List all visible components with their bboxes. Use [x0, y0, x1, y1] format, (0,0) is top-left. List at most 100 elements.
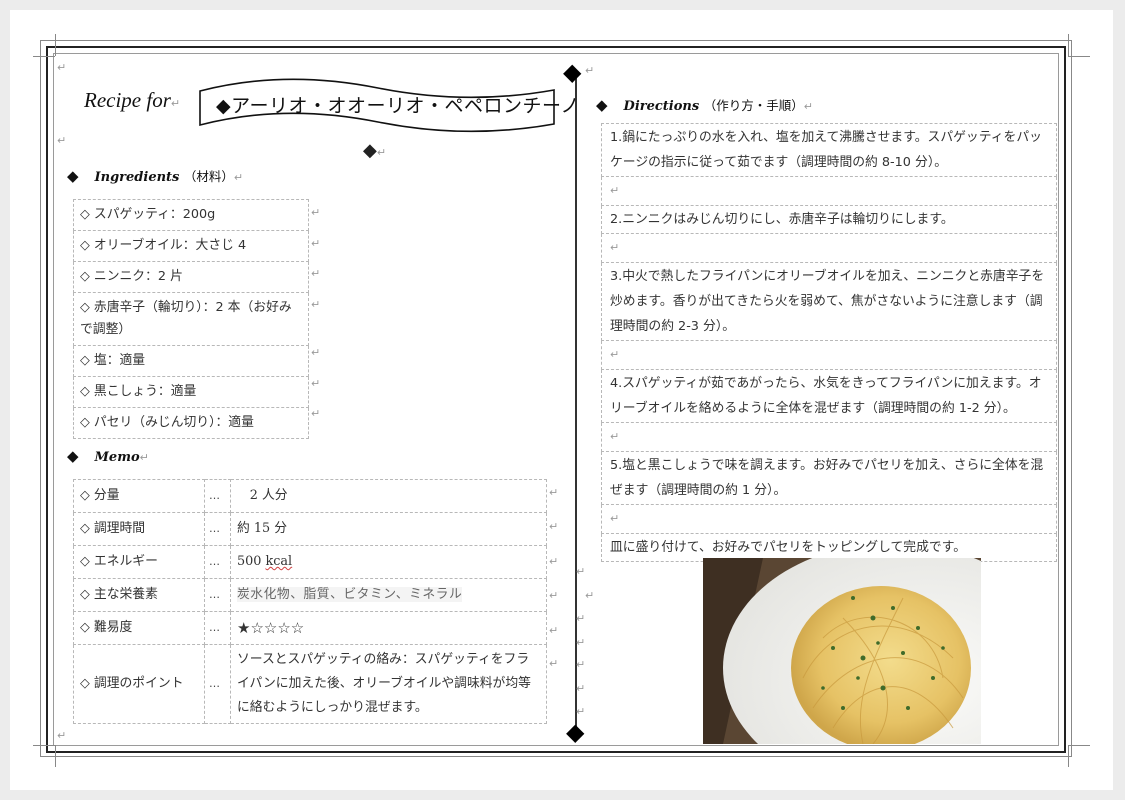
paragraph-mark: ↵ — [576, 682, 586, 695]
difficulty-stars[interactable]: ★☆☆☆☆ — [230, 611, 547, 645]
direction-row: ↵ — [601, 233, 1057, 263]
memo-value[interactable]: 2 人分 — [230, 479, 547, 513]
memo-dots: … — [204, 611, 231, 645]
diamond-icon: ◆ — [67, 447, 79, 465]
directions-heading: ◆ Directions （作り方・手順）↵ — [596, 95, 813, 114]
title-banner[interactable]: ◆アーリオ・オオーリオ・ペペロンチーノ — [198, 74, 579, 134]
memo-label[interactable]: ◇ 主な栄養素 — [73, 578, 205, 612]
direction-step[interactable]: 2.ニンニクはみじん切りにし、赤唐辛子は輪切りにします。 — [601, 205, 1057, 234]
direction-row: ↵ — [601, 340, 1057, 370]
row-end-mark: ↵ — [549, 624, 559, 637]
ingredient-item[interactable]: ◇ 塩：適量 — [73, 345, 309, 377]
ingredient-item[interactable]: ◇ パセリ（みじん切り）：適量 — [73, 407, 309, 439]
ingredient-row: ◇ スパゲッティ：200g — [73, 199, 309, 231]
ingredient-item[interactable]: ◇ ニンニク：2 片 — [73, 261, 309, 293]
paragraph-mark: ↵ — [576, 636, 586, 649]
row-end-mark: ↵ — [549, 657, 559, 670]
directions-heading-jp: （作り方・手順） — [703, 98, 804, 113]
direction-spacer[interactable]: ↵ — [601, 422, 1057, 452]
crop-mark — [1068, 56, 1090, 57]
paragraph-mark: ↵ — [576, 612, 586, 625]
memo-dots: … — [204, 479, 231, 513]
memo-value[interactable]: 約 15 分 — [230, 512, 547, 546]
crop-mark — [33, 745, 55, 746]
direction-spacer[interactable]: ↵ — [601, 504, 1057, 534]
crop-mark — [33, 56, 55, 57]
crop-mark — [1068, 34, 1069, 56]
ingredients-table: ◇ スパゲッティ：200g ◇ オリーブオイル：大さじ 4 ◇ ニンニク：2 片… — [73, 199, 309, 439]
ingredient-row: ◇ 塩：適量 — [73, 345, 309, 377]
paragraph-mark: ↵ — [57, 61, 67, 74]
paragraph-mark: ↵ — [610, 348, 620, 361]
memo-label[interactable]: ◇ 分量 — [73, 479, 205, 513]
paragraph-mark: ↵ — [610, 184, 620, 197]
pasta-photo[interactable] — [703, 558, 981, 744]
row-end-mark: ↵ — [311, 237, 321, 250]
crop-mark — [55, 34, 56, 56]
direction-spacer[interactable]: ↵ — [601, 176, 1057, 206]
directions-heading-text: Directions — [623, 99, 700, 114]
paragraph-mark: ↵ — [170, 97, 181, 110]
ingredient-item[interactable]: ◇ スパゲッティ：200g — [73, 199, 309, 231]
ingredients-heading-text: Ingredients — [94, 170, 180, 185]
paragraph-mark: ↵ — [585, 64, 595, 77]
memo-label[interactable]: ◇ エネルギー — [73, 545, 205, 579]
row-end-mark: ↵ — [549, 520, 559, 533]
paragraph-mark: ↵ — [610, 512, 620, 525]
memo-label[interactable]: ◇ 調理時間 — [73, 512, 205, 546]
memo-value[interactable]: 炭水化物、脂質、ビタミン、ミネラル — [230, 578, 547, 612]
direction-step[interactable]: 5.塩と黒こしょうで味を調えます。お好みでパセリを加え、さらに全体を混ぜます（調… — [601, 451, 1057, 505]
memo-label[interactable]: ◇ 調理のポイント — [73, 644, 205, 724]
memo-dots: … — [204, 512, 231, 546]
row-end-mark: ↵ — [549, 555, 559, 568]
row-end-mark: ↵ — [311, 407, 321, 420]
memo-table: ◇ 分量 … 2 人分 ◇ 調理時間 … 約 15 分 ◇ エネルギー … 50… — [73, 479, 547, 724]
crop-mark — [55, 745, 56, 767]
crop-mark — [1068, 745, 1090, 746]
row-end-mark: ↵ — [549, 486, 559, 499]
memo-value[interactable]: 500 kcal — [230, 545, 547, 579]
recipe-title: ◆アーリオ・オオーリオ・ペペロンチーノ — [216, 95, 580, 117]
row-end-mark: ↵ — [311, 346, 321, 359]
direction-row: ↵ — [601, 504, 1057, 534]
direction-step[interactable]: 4.スパゲッティが茹であがったら、水気をきってフライパンに加えます。オリーブオイ… — [601, 369, 1057, 423]
pasta-photo-image — [703, 558, 981, 744]
ingredient-item[interactable]: ◇ 赤唐辛子（輪切り）：2 本（お好みで調整） — [73, 292, 309, 346]
direction-spacer[interactable]: ↵ — [601, 340, 1057, 370]
memo-dots: … — [204, 644, 231, 724]
row-end-mark: ↵ — [311, 298, 321, 311]
paragraph-mark: ↵ — [376, 146, 387, 159]
ingredient-row: ◇ 黒こしょう：適量 — [73, 376, 309, 408]
ingredient-item[interactable]: ◇ オリーブオイル：大さじ 4 — [73, 230, 309, 262]
memo-row: ◇ 調理時間 … 約 15 分 — [73, 512, 547, 546]
divider-bottom-diamond-icon: ◆ — [566, 718, 585, 746]
row-end-mark: ↵ — [311, 206, 321, 219]
energy-number: 500 — [237, 554, 266, 569]
directions-table: 1.鍋にたっぷりの水を入れ、塩を加えて沸騰させます。スパゲッティをパッケージの指… — [601, 123, 1057, 562]
paragraph-mark: ↵ — [610, 241, 620, 254]
direction-step[interactable]: 1.鍋にたっぷりの水を入れ、塩を加えて沸騰させます。スパゲッティをパッケージの指… — [601, 123, 1057, 177]
direction-spacer[interactable]: ↵ — [601, 233, 1057, 263]
memo-row: ◇ エネルギー … 500 kcal — [73, 545, 547, 579]
direction-row: 3.中火で熱したフライパンにオリーブオイルを加え、ニンニクと赤唐辛子を炒めます。… — [601, 262, 1057, 341]
column-divider-line — [575, 72, 577, 730]
row-end-mark: ↵ — [549, 589, 559, 602]
paragraph-mark: ↵ — [576, 658, 586, 671]
direction-row: ↵ — [601, 176, 1057, 206]
recipe-for-text: Recipe for — [84, 88, 171, 112]
recipe-for-label: Recipe for↵ — [84, 88, 180, 113]
paragraph-mark: ↵ — [585, 589, 595, 602]
paragraph-mark: ↵ — [576, 705, 586, 718]
memo-row: ◇ 主な栄養素 … 炭水化物、脂質、ビタミン、ミネラル — [73, 578, 547, 612]
diamond-icon: ◆ — [596, 96, 608, 114]
ingredient-item[interactable]: ◇ 黒こしょう：適量 — [73, 376, 309, 408]
memo-value[interactable]: ソースとスパゲッティの絡み：スパゲッティをフライパンに加えた後、オリーブオイルや… — [230, 644, 547, 724]
memo-label[interactable]: ◇ 難易度 — [73, 611, 205, 645]
memo-row: ◇ 難易度 … ★☆☆☆☆ — [73, 611, 547, 645]
direction-step[interactable]: 3.中火で熱したフライパンにオリーブオイルを加え、ニンニクと赤唐辛子を炒めます。… — [601, 262, 1057, 341]
direction-row: 4.スパゲッティが茹であがったら、水気をきってフライパンに加えます。オリーブオイ… — [601, 369, 1057, 423]
paragraph-mark: ↵ — [57, 134, 67, 147]
memo-heading-text: Memo — [94, 450, 140, 465]
ingredient-row: ◇ パセリ（みじん切り）：適量 — [73, 407, 309, 439]
nutrients-value: 炭水化物、脂質、ビタミン、ミネラル — [237, 587, 463, 602]
